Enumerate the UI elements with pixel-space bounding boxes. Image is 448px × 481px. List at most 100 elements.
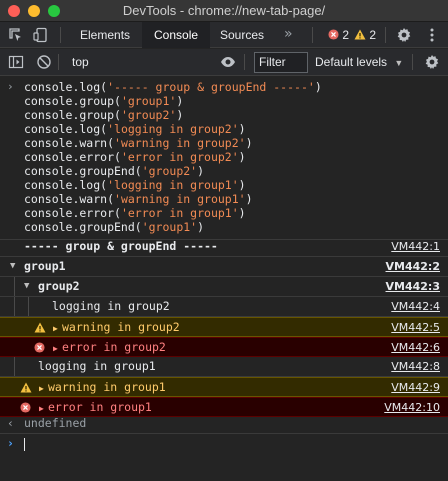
source-link[interactable]: VM442:9 (391, 378, 440, 397)
command-string-arg: 'logging in group2' (107, 122, 239, 136)
source-link[interactable]: VM442:8 (391, 357, 440, 376)
console-toolbar: top ▼ Filter Default levels ▼ (0, 49, 448, 76)
command-close-paren: ) (238, 150, 246, 164)
command-string-arg: 'warning in group1' (114, 192, 246, 206)
group-label: group2 (38, 279, 80, 293)
window-title: DevTools - chrome://new-tab-page/ (122, 3, 326, 18)
console-message-warning[interactable]: ▶ warning in group1 VM442:9 (0, 377, 448, 397)
command-result: ‹ undefined (0, 414, 448, 434)
group-expanded-triangle-icon[interactable]: ▼ (10, 257, 15, 276)
command-close-paren: ) (314, 80, 322, 94)
command-string-arg: 'error in group2' (120, 150, 239, 164)
source-link[interactable]: VM442:3 (386, 277, 440, 296)
inspect-element-icon[interactable] (8, 27, 24, 43)
command-function: console.groupEnd( (24, 220, 142, 234)
prompt-chevron-icon: › (7, 436, 14, 450)
error-count: 2 (342, 28, 350, 42)
executed-command: › console.log('----- group & groupEnd --… (0, 80, 448, 240)
command-function: console.group( (24, 94, 121, 108)
toolbar-divider (412, 54, 413, 70)
console-message-warning[interactable]: ▶ warning in group2 VM442:5 (0, 317, 448, 337)
show-sidebar-icon[interactable] (8, 54, 24, 70)
device-toolbar-icon[interactable] (33, 27, 49, 43)
console-settings-gear-icon[interactable] (424, 54, 440, 70)
message-text: ----- group & groupEnd ----- (24, 239, 218, 253)
dropdown-arrow-icon: ▼ (394, 58, 404, 68)
live-expression-eye-icon[interactable] (220, 54, 236, 70)
error-count-badge[interactable]: 2 (328, 27, 349, 43)
warning-count-badge[interactable]: 2 (354, 27, 376, 43)
source-link[interactable]: VM442:2 (386, 257, 440, 276)
more-tabs-icon[interactable]: » (284, 26, 293, 42)
command-function: console.log( (24, 122, 108, 136)
expand-triangle-icon[interactable]: ▶ (53, 339, 58, 358)
command-line: console.error('error in group2') (24, 150, 246, 164)
command-close-paren: ) (238, 206, 246, 220)
toolbar-divider (60, 27, 61, 43)
context-selector-value: top (72, 55, 89, 69)
result-value: undefined (24, 416, 87, 430)
devtools-tabbar: Elements Console Sources » 2 2 (0, 22, 448, 48)
more-options-icon[interactable] (424, 27, 440, 43)
message-text: error in group2 (62, 340, 166, 354)
text-cursor (24, 438, 25, 451)
expand-triangle-icon[interactable]: ▶ (39, 379, 44, 398)
clear-console-icon[interactable] (36, 54, 52, 70)
command-close-paren: ) (176, 94, 184, 108)
command-close-paren: ) (245, 192, 253, 206)
message-text: warning in group1 (48, 380, 166, 394)
command-line: console.log('----- group & groupEnd ----… (24, 80, 322, 94)
console-message-log: logging in group1 VM442:8 (0, 357, 448, 377)
command-line: console.group('group2') (24, 108, 183, 122)
log-levels-dropdown[interactable]: Default levels ▼ (315, 52, 403, 72)
command-string-arg: 'error in group1' (120, 206, 239, 220)
error-icon (328, 29, 339, 40)
tab-console[interactable]: Console (142, 22, 211, 48)
error-icon (20, 402, 31, 413)
command-function: console.error( (24, 150, 121, 164)
error-icon (34, 342, 45, 353)
command-string-arg: 'logging in group1' (107, 178, 239, 192)
command-close-paren: ) (245, 136, 253, 150)
warning-icon (34, 322, 46, 333)
warning-icon (354, 29, 366, 40)
command-function: console.warn( (24, 136, 115, 150)
command-close-paren: ) (197, 220, 205, 234)
source-link[interactable]: VM442:5 (391, 318, 440, 337)
message-text: logging in group1 (38, 359, 156, 373)
tab-sources[interactable]: Sources (208, 22, 276, 48)
command-function: console.groupEnd( (24, 164, 142, 178)
console-group-header[interactable]: ▼ group2 VM442:3 (0, 277, 448, 297)
filter-input[interactable]: Filter (254, 52, 308, 73)
command-string-arg: 'group2' (120, 108, 177, 122)
source-link[interactable]: VM442:1 (391, 237, 440, 256)
source-link[interactable]: VM442:6 (391, 338, 440, 357)
command-string-arg: 'warning in group2' (114, 136, 246, 150)
group-label: group1 (24, 259, 66, 273)
command-line: console.warn('warning in group2') (24, 136, 253, 150)
toolbar-divider (58, 54, 59, 70)
command-function: console.log( (24, 178, 108, 192)
console-prompt-input[interactable]: › (0, 435, 448, 455)
command-line: console.group('group1') (24, 94, 183, 108)
settings-gear-icon[interactable] (396, 27, 412, 43)
expand-triangle-icon[interactable]: ▶ (53, 319, 58, 338)
console-message-error[interactable]: ▶ error in group2 VM442:6 (0, 337, 448, 357)
command-close-paren: ) (176, 108, 184, 122)
command-line: console.groupEnd('group2') (24, 164, 204, 178)
source-link[interactable]: VM442:4 (391, 297, 440, 316)
command-function: console.log( (24, 80, 108, 94)
warning-count: 2 (369, 28, 377, 42)
command-line: console.groupEnd('group1') (24, 220, 204, 234)
tab-elements[interactable]: Elements (68, 22, 142, 48)
window-titlebar: DevTools - chrome://new-tab-page/ (0, 0, 448, 22)
context-selector[interactable]: top ▼ (62, 52, 238, 72)
group-expanded-triangle-icon[interactable]: ▼ (24, 277, 29, 296)
command-function: console.group( (24, 108, 121, 122)
console-group-header[interactable]: ▼ group1 VM442:2 (0, 257, 448, 277)
command-line: console.error('error in group1') (24, 206, 246, 220)
console-output[interactable]: › console.log('----- group & groupEnd --… (0, 76, 448, 481)
warning-icon (20, 382, 32, 393)
command-string-arg: '----- group & groupEnd -----' (107, 80, 315, 94)
message-text: warning in group2 (62, 320, 180, 334)
